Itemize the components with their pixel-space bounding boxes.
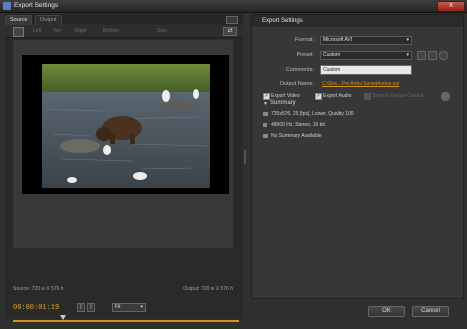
set-out-point-button[interactable]: } bbox=[87, 303, 95, 312]
save-preset-icon[interactable] bbox=[417, 51, 426, 60]
export-settings-window: Export Settings X Source Output Left Top… bbox=[0, 0, 467, 329]
preset-select[interactable]: Custom ▾ bbox=[320, 51, 412, 60]
ok-button[interactable]: OK bbox=[368, 306, 405, 317]
tab-source[interactable]: Source bbox=[5, 15, 33, 25]
settings-title: Export Settings bbox=[262, 18, 303, 24]
timeline-track bbox=[13, 320, 239, 322]
other-summary: No Summary Available bbox=[271, 133, 322, 139]
video-image bbox=[42, 64, 210, 188]
window-title: Export Settings bbox=[14, 2, 59, 9]
video-viewer bbox=[13, 40, 233, 248]
title-bar: Export Settings X bbox=[0, 0, 467, 13]
other-summary-icon bbox=[263, 134, 268, 138]
export-video-checkbox[interactable]: ✓ bbox=[263, 93, 270, 100]
chevron-down-icon: ▾ bbox=[406, 37, 409, 43]
timecode-display[interactable]: 00:00:01:19 bbox=[13, 304, 59, 312]
device-central-label: Send to Device Central bbox=[372, 93, 424, 99]
source-size-label: Source: 720 w X 576 h bbox=[13, 286, 64, 292]
zoom-select[interactable]: Fit ▾ bbox=[112, 303, 146, 312]
crop-top-label: Top bbox=[53, 28, 62, 34]
comments-label: Comments: bbox=[285, 67, 314, 73]
summary-heading: Summary bbox=[270, 100, 296, 106]
set-in-point-button[interactable]: { bbox=[77, 303, 85, 312]
export-audio-label: Export Audio bbox=[323, 93, 352, 99]
zoom-value: Fit bbox=[115, 304, 121, 310]
swap-icon[interactable]: ⇄ bbox=[223, 27, 237, 36]
device-central-checkbox[interactable] bbox=[364, 93, 371, 100]
export-video-label: Export Video bbox=[271, 93, 300, 99]
video-summary-icon bbox=[263, 112, 268, 116]
preset-value: Custom bbox=[323, 52, 341, 58]
cancel-button[interactable]: Cancel bbox=[412, 306, 449, 317]
timeline-scrubber[interactable] bbox=[13, 315, 239, 323]
crop-icon[interactable] bbox=[13, 27, 24, 37]
output-size-label: Output: 720 w X 576 h bbox=[183, 286, 233, 292]
preview-tabs: Source Output bbox=[5, 14, 243, 25]
tab-output[interactable]: Output bbox=[35, 15, 62, 25]
audio-summary: 48000 Hz, Stereo, 16 bit bbox=[271, 122, 325, 128]
preset-label: Preset: bbox=[296, 52, 314, 58]
summary-disclosure-icon[interactable]: ▼ bbox=[263, 101, 268, 107]
playhead-icon[interactable] bbox=[60, 315, 66, 320]
settings-header: Export Settings bbox=[252, 15, 463, 27]
chevron-down-icon: ▾ bbox=[406, 52, 409, 58]
crop-right-label: Right bbox=[75, 28, 87, 34]
device-central-icon[interactable] bbox=[441, 92, 450, 101]
format-select[interactable]: Microsoft AVI ▾ bbox=[320, 36, 412, 45]
comments-input[interactable]: Custom bbox=[320, 65, 412, 75]
chevron-down-icon: ▾ bbox=[140, 304, 143, 310]
pane-splitter[interactable] bbox=[244, 150, 246, 164]
delete-preset-icon[interactable] bbox=[439, 51, 448, 60]
crop-size-label: Size bbox=[157, 28, 167, 34]
app-icon bbox=[3, 2, 11, 10]
preview-panel: Source Output Left Top Right Bottom Size… bbox=[5, 14, 243, 322]
export-audio-checkbox[interactable]: ✓ bbox=[315, 93, 322, 100]
format-value: Microsoft AVI bbox=[323, 37, 353, 43]
panel-menu-icon[interactable] bbox=[226, 16, 238, 24]
output-name-label: Output Name: bbox=[279, 81, 314, 87]
video-frame bbox=[22, 55, 229, 194]
crop-left-label: Left bbox=[33, 28, 42, 34]
video-summary: 720x576, 25 [fps], Lower, Quality 100 bbox=[271, 111, 354, 117]
crop-bottom-label: Bottom bbox=[103, 28, 119, 34]
output-name-link[interactable]: C:\Doc...Pre Antoi SavedAvdoe.avi bbox=[322, 81, 399, 87]
crop-toolbar: Left Top Right Bottom Size ⇄ bbox=[5, 25, 243, 38]
import-preset-icon[interactable] bbox=[428, 51, 437, 60]
audio-summary-icon bbox=[263, 123, 267, 127]
close-button[interactable]: X bbox=[437, 1, 465, 12]
format-label: Format: bbox=[295, 37, 314, 43]
